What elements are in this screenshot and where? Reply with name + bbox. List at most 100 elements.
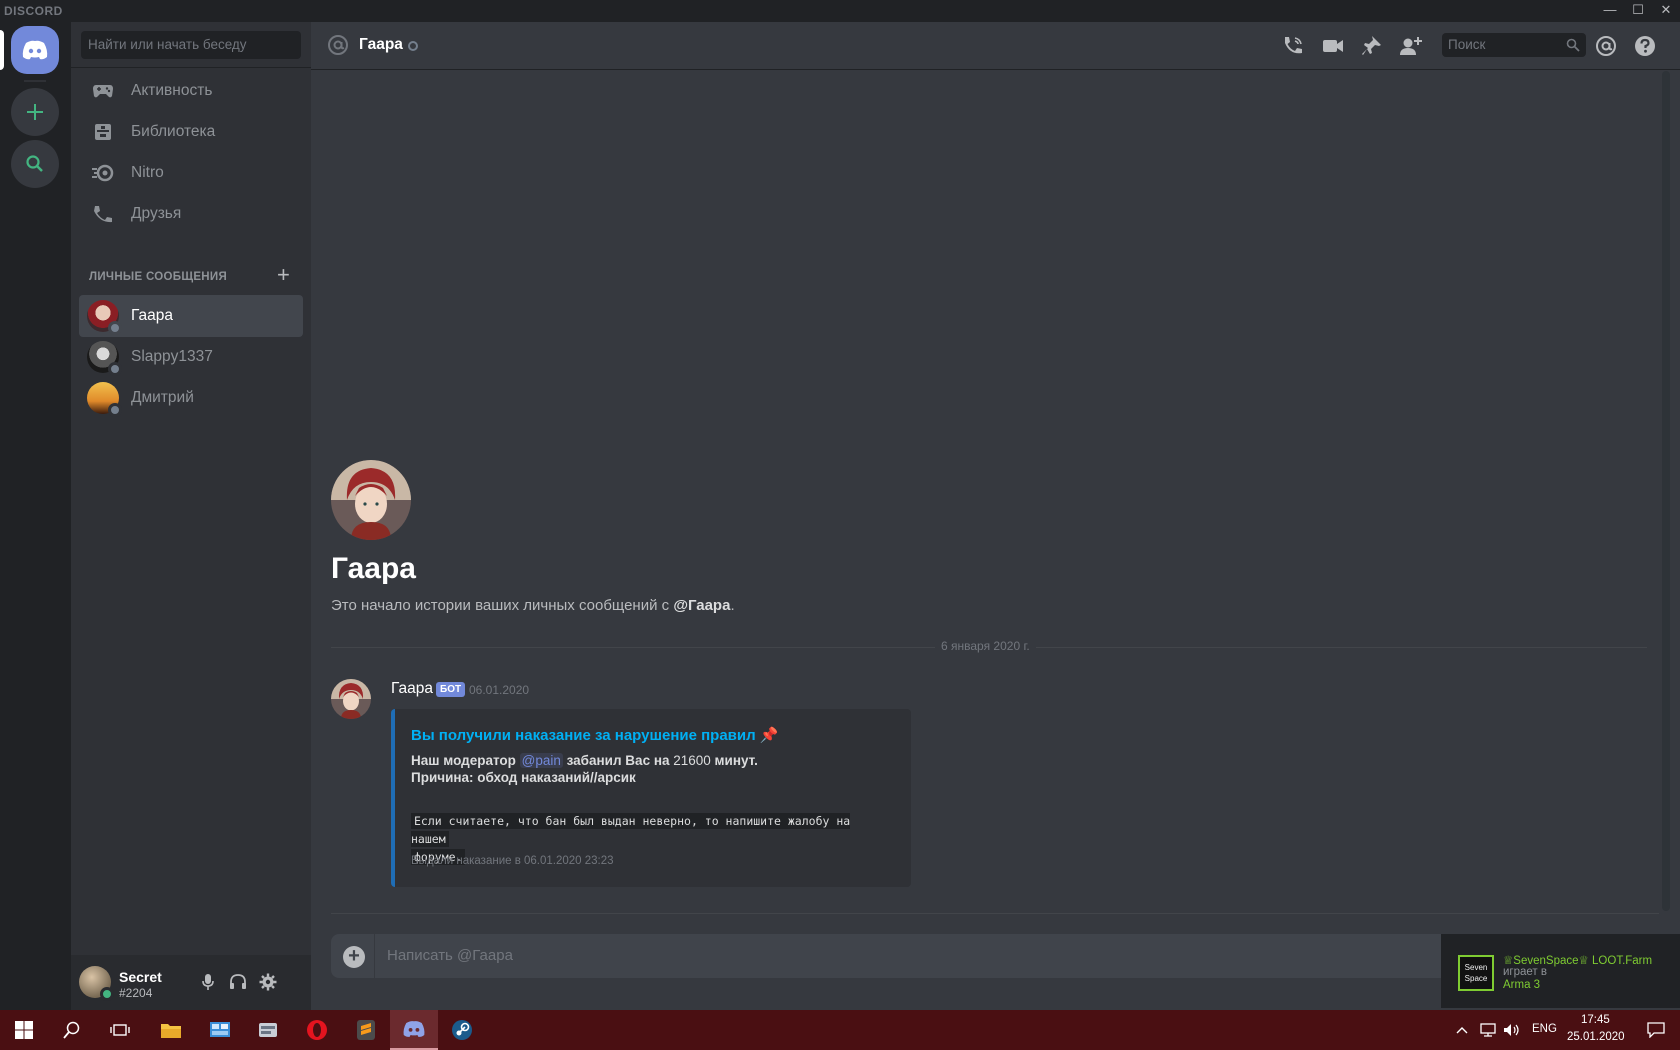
controller-icon bbox=[91, 79, 115, 103]
status-online-icon bbox=[100, 987, 114, 1001]
bot-badge: БОТ bbox=[436, 682, 466, 697]
dm-item-gaara[interactable]: Гаара bbox=[79, 295, 303, 337]
status-offline-icon bbox=[108, 321, 122, 335]
user-avatar[interactable] bbox=[79, 966, 114, 1001]
windows-taskbar: ENG 17:45 25.01.2020 bbox=[0, 1010, 1680, 1050]
nav-activity-label: Активность bbox=[131, 82, 213, 99]
volume-icon[interactable] bbox=[1501, 1010, 1523, 1050]
clock-time[interactable]: 17:45 bbox=[1581, 1014, 1610, 1026]
notification-playing: играет в bbox=[1503, 966, 1547, 978]
search-icon bbox=[26, 155, 43, 172]
embed-text: Наш модератор bbox=[411, 753, 520, 768]
dm-name: Дмитрий bbox=[131, 389, 194, 406]
settings-gear-icon[interactable] bbox=[257, 971, 279, 993]
notification-server: ♕SevenSpace♕ LOOT.Farm bbox=[1503, 955, 1653, 967]
windows-start-icon[interactable] bbox=[0, 1010, 48, 1050]
activity-notification[interactable]: Seven Space ♕SevenSpace♕ LOOT.Farm играе… bbox=[1441, 934, 1680, 1008]
composer-divider bbox=[331, 913, 1659, 914]
discord-taskbar-icon[interactable] bbox=[390, 1010, 438, 1050]
library-icon bbox=[91, 120, 115, 144]
channel-name: Гаара bbox=[359, 36, 403, 53]
opera-browser-icon[interactable] bbox=[293, 1010, 341, 1050]
headphones-icon[interactable] bbox=[227, 971, 249, 993]
user-name: Secret bbox=[119, 969, 162, 985]
pin-icon[interactable] bbox=[1360, 34, 1384, 58]
find-conversation-input[interactable]: Найти или начать беседу bbox=[81, 31, 301, 59]
create-dm-button[interactable]: + bbox=[277, 264, 290, 286]
chevron-up-icon[interactable] bbox=[1452, 1010, 1472, 1050]
disk-manager-icon[interactable] bbox=[244, 1010, 292, 1050]
message-timestamp: 06.01.2020 bbox=[469, 683, 530, 697]
dm-item-dmitriy[interactable]: Дмитрий bbox=[79, 377, 303, 419]
date-divider-label: 6 января 2020 г. bbox=[935, 639, 1036, 653]
file-explorer-icon[interactable] bbox=[147, 1010, 195, 1050]
nav-nitro[interactable]: Nitro bbox=[79, 152, 303, 194]
nav-activity[interactable]: Активность bbox=[79, 70, 303, 112]
composer-separator bbox=[374, 934, 375, 978]
taskbar-search-icon[interactable] bbox=[48, 1010, 96, 1050]
steam-icon[interactable] bbox=[438, 1010, 486, 1050]
language-indicator[interactable]: ENG bbox=[1532, 1023, 1557, 1035]
add-server-button[interactable] bbox=[11, 88, 59, 136]
avatar bbox=[87, 382, 122, 417]
search-input[interactable]: Поиск bbox=[1442, 33, 1586, 57]
mentions-icon[interactable] bbox=[1594, 34, 1618, 58]
pushpin-emoji-icon: 📌 bbox=[759, 727, 779, 744]
message-composer[interactable]: + Написать @Гаара bbox=[331, 934, 1441, 978]
home-button[interactable] bbox=[11, 26, 59, 74]
microphone-icon[interactable] bbox=[197, 971, 219, 993]
title-bar: DISCORD — ☐ ✕ bbox=[0, 0, 1680, 22]
embed-title-text: Вы получили наказание за нарушение прави… bbox=[411, 727, 756, 744]
avatar bbox=[87, 300, 122, 335]
upload-plus-icon[interactable]: + bbox=[343, 946, 365, 968]
home-indicator bbox=[0, 30, 4, 70]
status-offline-icon bbox=[108, 403, 122, 417]
sublime-text-icon[interactable] bbox=[342, 1010, 390, 1050]
embed-title: Вы получили наказание за нарушение прави… bbox=[411, 726, 779, 744]
nav-library[interactable]: Библиотека bbox=[79, 111, 303, 153]
explore-servers-button[interactable] bbox=[11, 140, 59, 188]
video-call-icon[interactable] bbox=[1321, 34, 1345, 58]
control-panel-icon[interactable] bbox=[196, 1010, 244, 1050]
discord-logo-icon bbox=[22, 40, 48, 60]
header-divider bbox=[71, 67, 311, 68]
code-line: Если считаете, что бан был выдан неверно… bbox=[411, 813, 851, 847]
at-sign-icon bbox=[327, 34, 349, 61]
minimize-button[interactable]: — bbox=[1596, 0, 1624, 22]
notification-game: Arma 3 bbox=[1503, 979, 1541, 991]
network-icon[interactable] bbox=[1477, 1010, 1499, 1050]
nav-friends-label: Друзья bbox=[131, 205, 182, 222]
dm-item-slappy[interactable]: Slappy1337 bbox=[79, 336, 303, 378]
channel-header: Гаара Поиск bbox=[311, 22, 1680, 70]
message-avatar[interactable] bbox=[331, 679, 371, 719]
plus-icon bbox=[27, 104, 43, 120]
moderator-mention[interactable]: @pain bbox=[519, 753, 563, 768]
dm-name: Slappy1337 bbox=[131, 348, 213, 365]
close-button[interactable]: ✕ bbox=[1652, 0, 1680, 22]
message-input[interactable]: Написать @Гаара bbox=[387, 947, 513, 964]
maximize-button[interactable]: ☐ bbox=[1624, 0, 1652, 22]
nav-friends[interactable]: Друзья bbox=[79, 193, 303, 235]
intro-description: Это начало истории ваших личных сообщени… bbox=[331, 597, 735, 614]
status-offline-icon bbox=[108, 362, 122, 376]
embed-text: забанил Вас на bbox=[562, 753, 674, 768]
scrollbar[interactable] bbox=[1662, 71, 1670, 911]
avatar bbox=[87, 341, 122, 376]
nitro-icon bbox=[91, 161, 115, 185]
ban-duration: 21600 bbox=[673, 753, 711, 768]
message-author[interactable]: Гаара bbox=[391, 680, 433, 698]
task-view-icon[interactable] bbox=[96, 1010, 144, 1050]
notifications-center-icon[interactable] bbox=[1636, 1010, 1676, 1050]
app-title: DISCORD bbox=[4, 4, 63, 18]
search-icon bbox=[1566, 38, 1580, 52]
add-friend-icon[interactable] bbox=[1399, 34, 1423, 58]
guild-separator bbox=[24, 80, 46, 82]
voice-call-icon[interactable] bbox=[1281, 34, 1305, 58]
intro-mention[interactable]: @Гаара bbox=[673, 597, 730, 614]
help-icon[interactable] bbox=[1633, 34, 1657, 58]
clock-date[interactable]: 25.01.2020 bbox=[1567, 1031, 1625, 1043]
server-list bbox=[0, 22, 71, 1010]
message-area: Гаара Это начало истории ваших личных со… bbox=[311, 71, 1680, 911]
user-panel: Secret #2204 bbox=[71, 955, 311, 1010]
dm-section-header: ЛИЧНЫЕ СООБЩЕНИЯ bbox=[89, 271, 228, 283]
